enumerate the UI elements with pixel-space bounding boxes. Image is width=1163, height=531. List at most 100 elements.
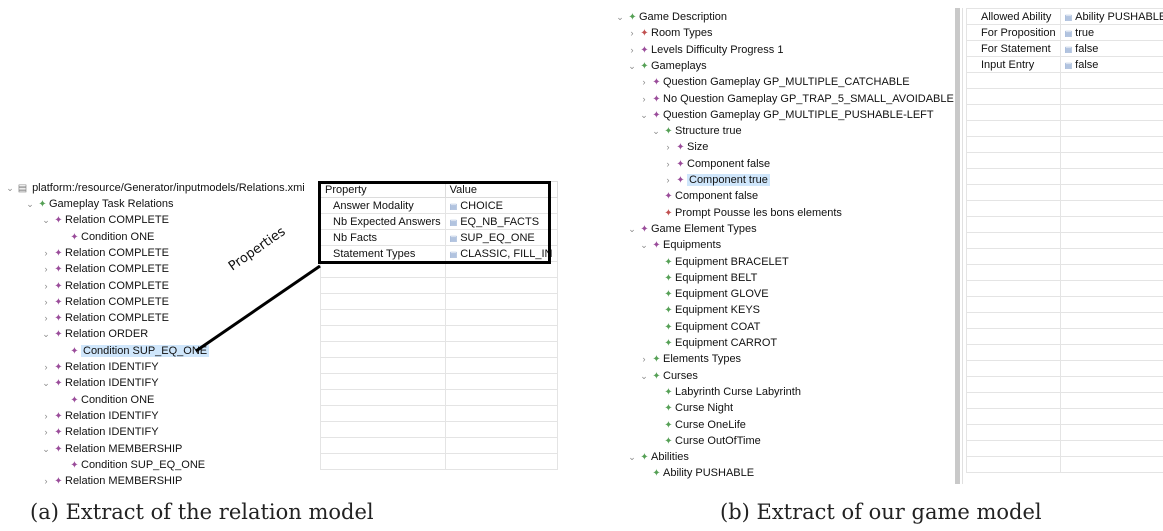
chevron-right-icon[interactable]: › xyxy=(662,156,674,172)
tree-item-label: Game Element Types xyxy=(651,222,757,235)
property-name-cell[interactable]: Allowed Ability xyxy=(966,8,1061,25)
empty-cell xyxy=(1059,296,1163,313)
right-tree-item[interactable]: ✦ Prompt Pousse les bons elements xyxy=(650,205,842,221)
property-value-text: true xyxy=(1075,26,1095,39)
right-tree-item[interactable]: ✦ Equipment CARROT xyxy=(650,335,777,351)
right-tree-item[interactable]: › ✦ Size xyxy=(662,139,709,155)
right-tree-item[interactable]: ⌄ ✦ Game Description xyxy=(614,9,727,25)
view-divider[interactable] xyxy=(955,8,960,484)
empty-cell xyxy=(966,184,1061,201)
model-element-icon: ✦ xyxy=(664,338,673,349)
right-tree-item[interactable]: ⌄ ✦ Structure true xyxy=(650,123,741,139)
model-element-icon: ✦ xyxy=(652,240,661,252)
chevron-right-icon[interactable]: › xyxy=(638,74,650,90)
chevron-right-icon[interactable]: › xyxy=(638,91,650,107)
right-tree-item[interactable]: ✦ Curse OutOfTime xyxy=(650,433,760,449)
chevron-down-icon[interactable]: ⌄ xyxy=(626,58,638,74)
right-tree-item[interactable]: ✦ Equipment KEYS xyxy=(650,302,760,318)
empty-cell xyxy=(1059,120,1163,137)
right-tree-item[interactable]: ⌄ ✦ Curses xyxy=(638,368,698,384)
right-empty-row xyxy=(966,312,1163,329)
tree-item-label: Equipment GLOVE xyxy=(675,288,769,301)
right-tree-item[interactable]: › ✦ Question Gameplay GP_MULTIPLE_CATCHABL… xyxy=(638,74,910,90)
tree-item-label: Size xyxy=(687,141,709,154)
right-tree-item[interactable]: ✦ Equipment GLOVE xyxy=(650,286,769,302)
right-tree-item[interactable]: ✦ Equipment COAT xyxy=(650,319,760,335)
chevron-right-icon[interactable]: › xyxy=(626,42,638,58)
empty-cell xyxy=(966,136,1061,153)
chevron-down-icon[interactable]: ⌄ xyxy=(638,368,650,384)
right-tree-item[interactable]: ⌄ ✦ Equipments xyxy=(638,237,721,253)
right-empty-row xyxy=(966,152,1163,169)
tree-item-label: Component true xyxy=(687,174,770,186)
game-properties-table: Allowed Ability ▤ Ability PUSHABLE For Prop… xyxy=(966,8,1163,473)
right-tree-item[interactable]: ⌄ ✦ Gameplays xyxy=(626,58,707,74)
model-element-icon: ✦ xyxy=(652,468,661,480)
property-row[interactable]: Input Entry ▤ false xyxy=(966,56,1163,73)
chevron-down-icon[interactable]: ⌄ xyxy=(638,107,650,123)
right-tree-item[interactable]: › ✦ Room Types xyxy=(626,25,713,41)
right-tree-item[interactable]: › ✦ Component false xyxy=(662,156,771,172)
property-value-cell[interactable]: ▤ true xyxy=(1059,24,1163,41)
tree-item-label: Elements Types xyxy=(663,353,742,366)
empty-cell xyxy=(966,328,1061,345)
right-tree-item[interactable]: ⌄ ✦ Abilities xyxy=(626,449,689,465)
right-empty-row xyxy=(966,72,1163,89)
right-tree-item[interactable]: ✦ Ability PUSHABLE xyxy=(638,465,754,481)
empty-cell xyxy=(1059,104,1163,121)
right-tree-item[interactable]: ✦ Labyrinth Curse Labyrinth xyxy=(650,384,801,400)
right-empty-row xyxy=(966,456,1163,473)
tree-item-label: Equipment COAT xyxy=(675,320,761,333)
right-empty-row xyxy=(966,376,1163,393)
property-value-cell[interactable]: ▤ Ability PUSHABLE xyxy=(1059,8,1163,25)
view-divider-line xyxy=(962,8,963,484)
property-value-cell[interactable]: ▤ false xyxy=(1059,56,1163,73)
right-tree-item[interactable]: ✦ Curse Night xyxy=(650,400,733,416)
property-name-cell[interactable]: For Statement xyxy=(966,40,1061,57)
chevron-right-icon[interactable]: › xyxy=(638,351,650,367)
property-value-text: false xyxy=(1075,58,1099,71)
chevron-right-icon[interactable]: › xyxy=(662,139,674,155)
right-empty-row xyxy=(966,248,1163,265)
tree-item-label: Abilities xyxy=(651,451,689,464)
empty-cell xyxy=(1059,152,1163,169)
empty-cell xyxy=(1059,232,1163,249)
right-empty-row xyxy=(966,296,1163,313)
model-element-icon: ✦ xyxy=(664,386,673,398)
right-tree-item[interactable]: › ✦ Elements Types xyxy=(638,351,742,367)
right-empty-row xyxy=(966,408,1163,425)
chevron-down-icon[interactable]: ⌄ xyxy=(626,221,638,237)
right-tree-item[interactable]: ✦ Component false xyxy=(650,188,758,204)
chevron-down-icon[interactable]: ⌄ xyxy=(614,9,626,25)
chevron-down-icon[interactable]: ⌄ xyxy=(626,449,638,465)
right-tree-item[interactable]: › ✦ Component true xyxy=(662,172,770,188)
chevron-right-icon[interactable]: › xyxy=(662,172,674,188)
property-value-text: false xyxy=(1075,42,1099,55)
property-row[interactable]: Allowed Ability ▤ Ability PUSHABLE xyxy=(966,8,1163,25)
right-tree-item[interactable]: ✦ Equipment BELT xyxy=(650,270,757,286)
right-tree-item[interactable]: › ✦ Levels Difficulty Progress 1 xyxy=(626,42,784,58)
right-empty-row xyxy=(966,200,1163,217)
tree-item-label: Component false xyxy=(687,157,771,170)
right-tree-item[interactable]: ✦ Equipment BRACELET xyxy=(650,254,788,270)
property-row[interactable]: For Statement ▤ false xyxy=(966,40,1163,57)
enum-value-icon: ▤ xyxy=(1064,28,1073,38)
property-row[interactable]: For Proposition ▤ true xyxy=(966,24,1163,41)
right-tree-item[interactable]: ⌄ ✦ Game Element Types xyxy=(626,221,757,237)
right-tree-item[interactable]: ⌄ ✦ Question Gameplay GP_MULTIPLE_PUSHABLE… xyxy=(638,107,933,123)
tree-item-label: Gameplays xyxy=(651,59,707,72)
chevron-down-icon[interactable]: ⌄ xyxy=(650,123,662,139)
tree-item-label: Room Types xyxy=(651,27,713,40)
right-tree-item[interactable]: ✦ Curse OneLife xyxy=(650,417,746,433)
property-value-cell[interactable]: ▤ false xyxy=(1059,40,1163,57)
chevron-right-icon[interactable]: › xyxy=(626,25,638,41)
empty-cell xyxy=(966,200,1061,217)
tree-item-label: Curse OneLife xyxy=(675,418,746,431)
chevron-down-icon[interactable]: ⌄ xyxy=(638,237,650,253)
model-element-icon: ✦ xyxy=(664,272,673,284)
properties-connector xyxy=(195,264,321,353)
right-empty-row xyxy=(966,424,1163,441)
right-tree-item[interactable]: › ✦ No Question Gameplay GP_TRAP_5_SMALL_A… xyxy=(638,91,954,107)
property-name-cell[interactable]: For Proposition xyxy=(966,24,1061,41)
property-name-cell[interactable]: Input Entry xyxy=(966,56,1061,73)
